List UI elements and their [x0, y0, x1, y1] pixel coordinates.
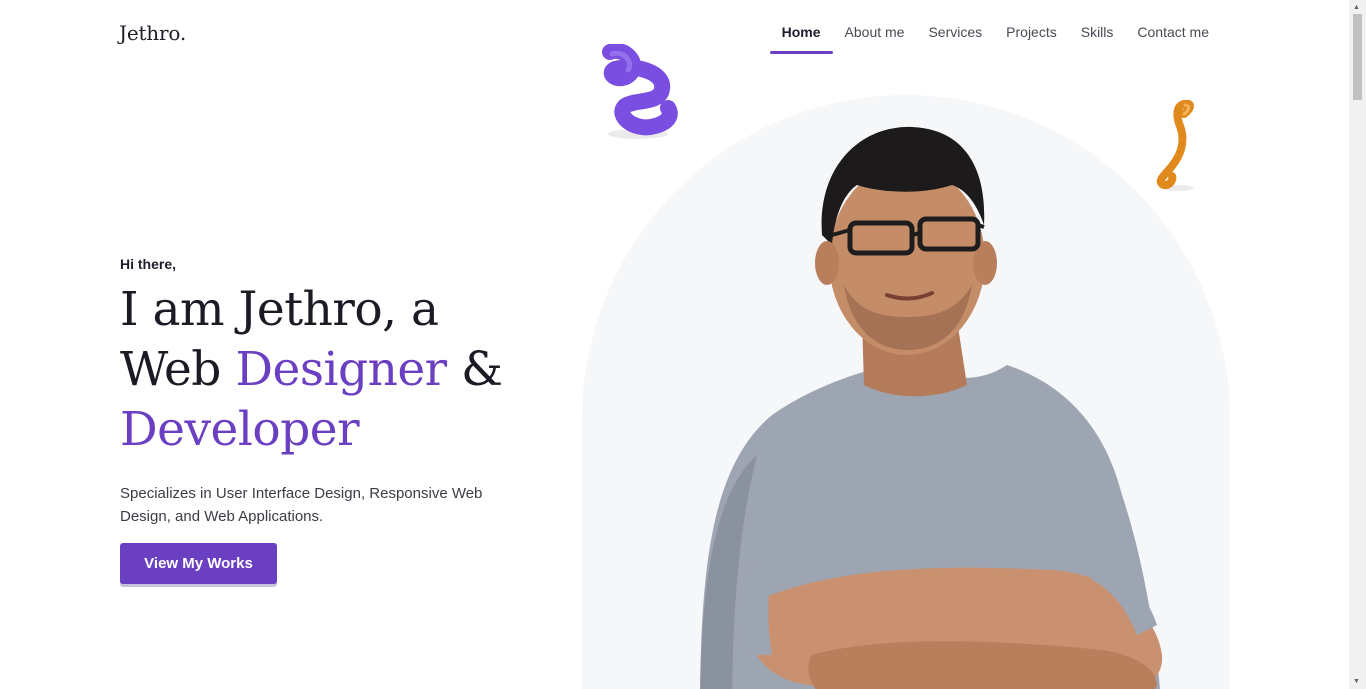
scroll-up-arrow-icon[interactable]: ▲	[1353, 4, 1360, 12]
nav-item-projects[interactable]: Projects	[994, 0, 1069, 55]
hero-greeting: Hi there,	[120, 256, 177, 272]
nav-item-services[interactable]: Services	[916, 0, 994, 55]
purple-spiral-decoration	[602, 44, 678, 139]
headline-developer: Developer	[120, 402, 360, 457]
nav-item-about-me[interactable]: About me	[833, 0, 917, 55]
hero-subtitle: Specializes in User Interface Design, Re…	[120, 485, 483, 525]
hero-portrait-image	[700, 126, 1163, 689]
nav-item-skills[interactable]: Skills	[1069, 0, 1126, 55]
nav-item-home[interactable]: Home	[769, 0, 833, 55]
orange-curl-decoration	[1156, 100, 1194, 191]
hero-headline: I am Jethro, a Web Designer & Developer	[120, 280, 560, 460]
hero-portrait-backdrop	[582, 95, 1230, 689]
headline-designer: Designer	[235, 342, 447, 397]
scroll-down-arrow-icon[interactable]: ▼	[1353, 678, 1360, 686]
headline-web: Web	[120, 342, 236, 397]
nav-item-contact-me[interactable]: Contact me	[1125, 0, 1221, 55]
hero-text-block: Hi there, I am Jethro, a Web Designer & …	[120, 256, 560, 528]
headline-ampersand: &	[446, 342, 503, 397]
headline-line1: I am Jethro, a	[120, 282, 439, 337]
page-scrollbar[interactable]: ▲ ▼	[1349, 0, 1366, 689]
main-nav: Home About me Services Projects Skills C…	[769, 0, 1221, 55]
scrollbar-thumb[interactable]	[1353, 14, 1362, 100]
site-logo[interactable]: Jethro.	[119, 21, 186, 45]
view-my-works-button[interactable]: View My Works	[120, 543, 277, 584]
